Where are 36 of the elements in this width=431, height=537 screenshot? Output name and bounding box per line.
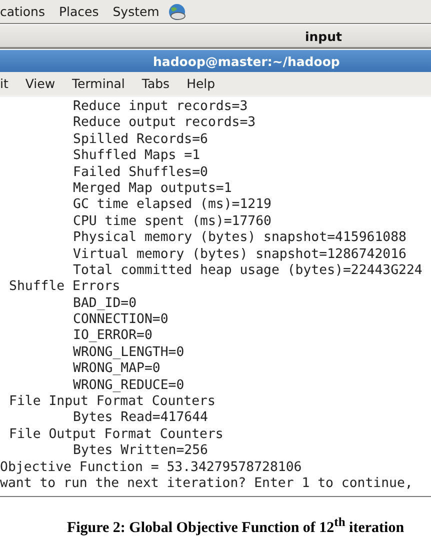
panel-menu[interactable]: System <box>112 4 160 19</box>
output-line: IO_ERROR=0 <box>73 328 152 344</box>
output-line: Objective Function = 53.34279578728106 <box>0 460 302 475</box>
output-line: Failed Shuffles=0 <box>73 164 208 180</box>
output-line: GC time elapsed (ms)=1219 <box>73 197 272 212</box>
output-line: Shuffle Errors <box>9 279 120 294</box>
output-line: Merged Map outputs=1 <box>73 180 232 196</box>
panel-menu[interactable]: Places <box>59 4 99 19</box>
output-line: File Output Format Counters <box>9 426 224 442</box>
output-line: File Input Format Counters <box>9 394 216 410</box>
output-line: Shuffled Maps =1 <box>73 148 200 164</box>
menu-item[interactable]: Help <box>186 76 216 91</box>
output-line: CPU time spent (ms)=17760 <box>73 214 272 229</box>
output-line: Bytes Read=417644 <box>73 410 208 426</box>
output-line: Bytes Written=256 <box>73 443 208 458</box>
globe-icon[interactable] <box>167 2 188 20</box>
output-line: Reduce input records=3 <box>73 99 248 114</box>
output-line: CONNECTION=0 <box>73 312 168 328</box>
menu-item[interactable]: it <box>0 76 8 91</box>
output-line: want to run the next iteration? Enter 1 to continue, <box>0 476 413 491</box>
menu-item[interactable]: Tabs <box>142 76 170 91</box>
output-line: Reduce output records=3 <box>73 115 256 130</box>
output-line: WRONG_LENGTH=0 <box>73 344 184 360</box>
output-line: Total committed heap usage (bytes)=22443G224 <box>73 262 422 278</box>
terminal-title: hadoop@master:~/hadoop <box>153 54 340 68</box>
output-line: Physical memory (bytes) snapshot=415961088 <box>73 230 406 246</box>
figure-caption: Figure 2: Global Objective Function of 12$^{th}$ iteration <box>66 514 404 537</box>
panel-menu[interactable]: cations <box>0 4 45 19</box>
output-line: WRONG_MAP=0 <box>73 361 160 376</box>
output-line: WRONG_REDUCE=0 <box>73 378 184 393</box>
window-title: input <box>305 28 342 44</box>
menu-item[interactable]: View <box>25 76 56 91</box>
output-line: Virtual memory (bytes) snapshot=1286742016 <box>73 246 406 262</box>
output-line: BAD_ID=0 <box>73 296 137 311</box>
menu-item[interactable]: Terminal <box>72 76 125 91</box>
output-line: Spilled Records=6 <box>73 132 208 147</box>
